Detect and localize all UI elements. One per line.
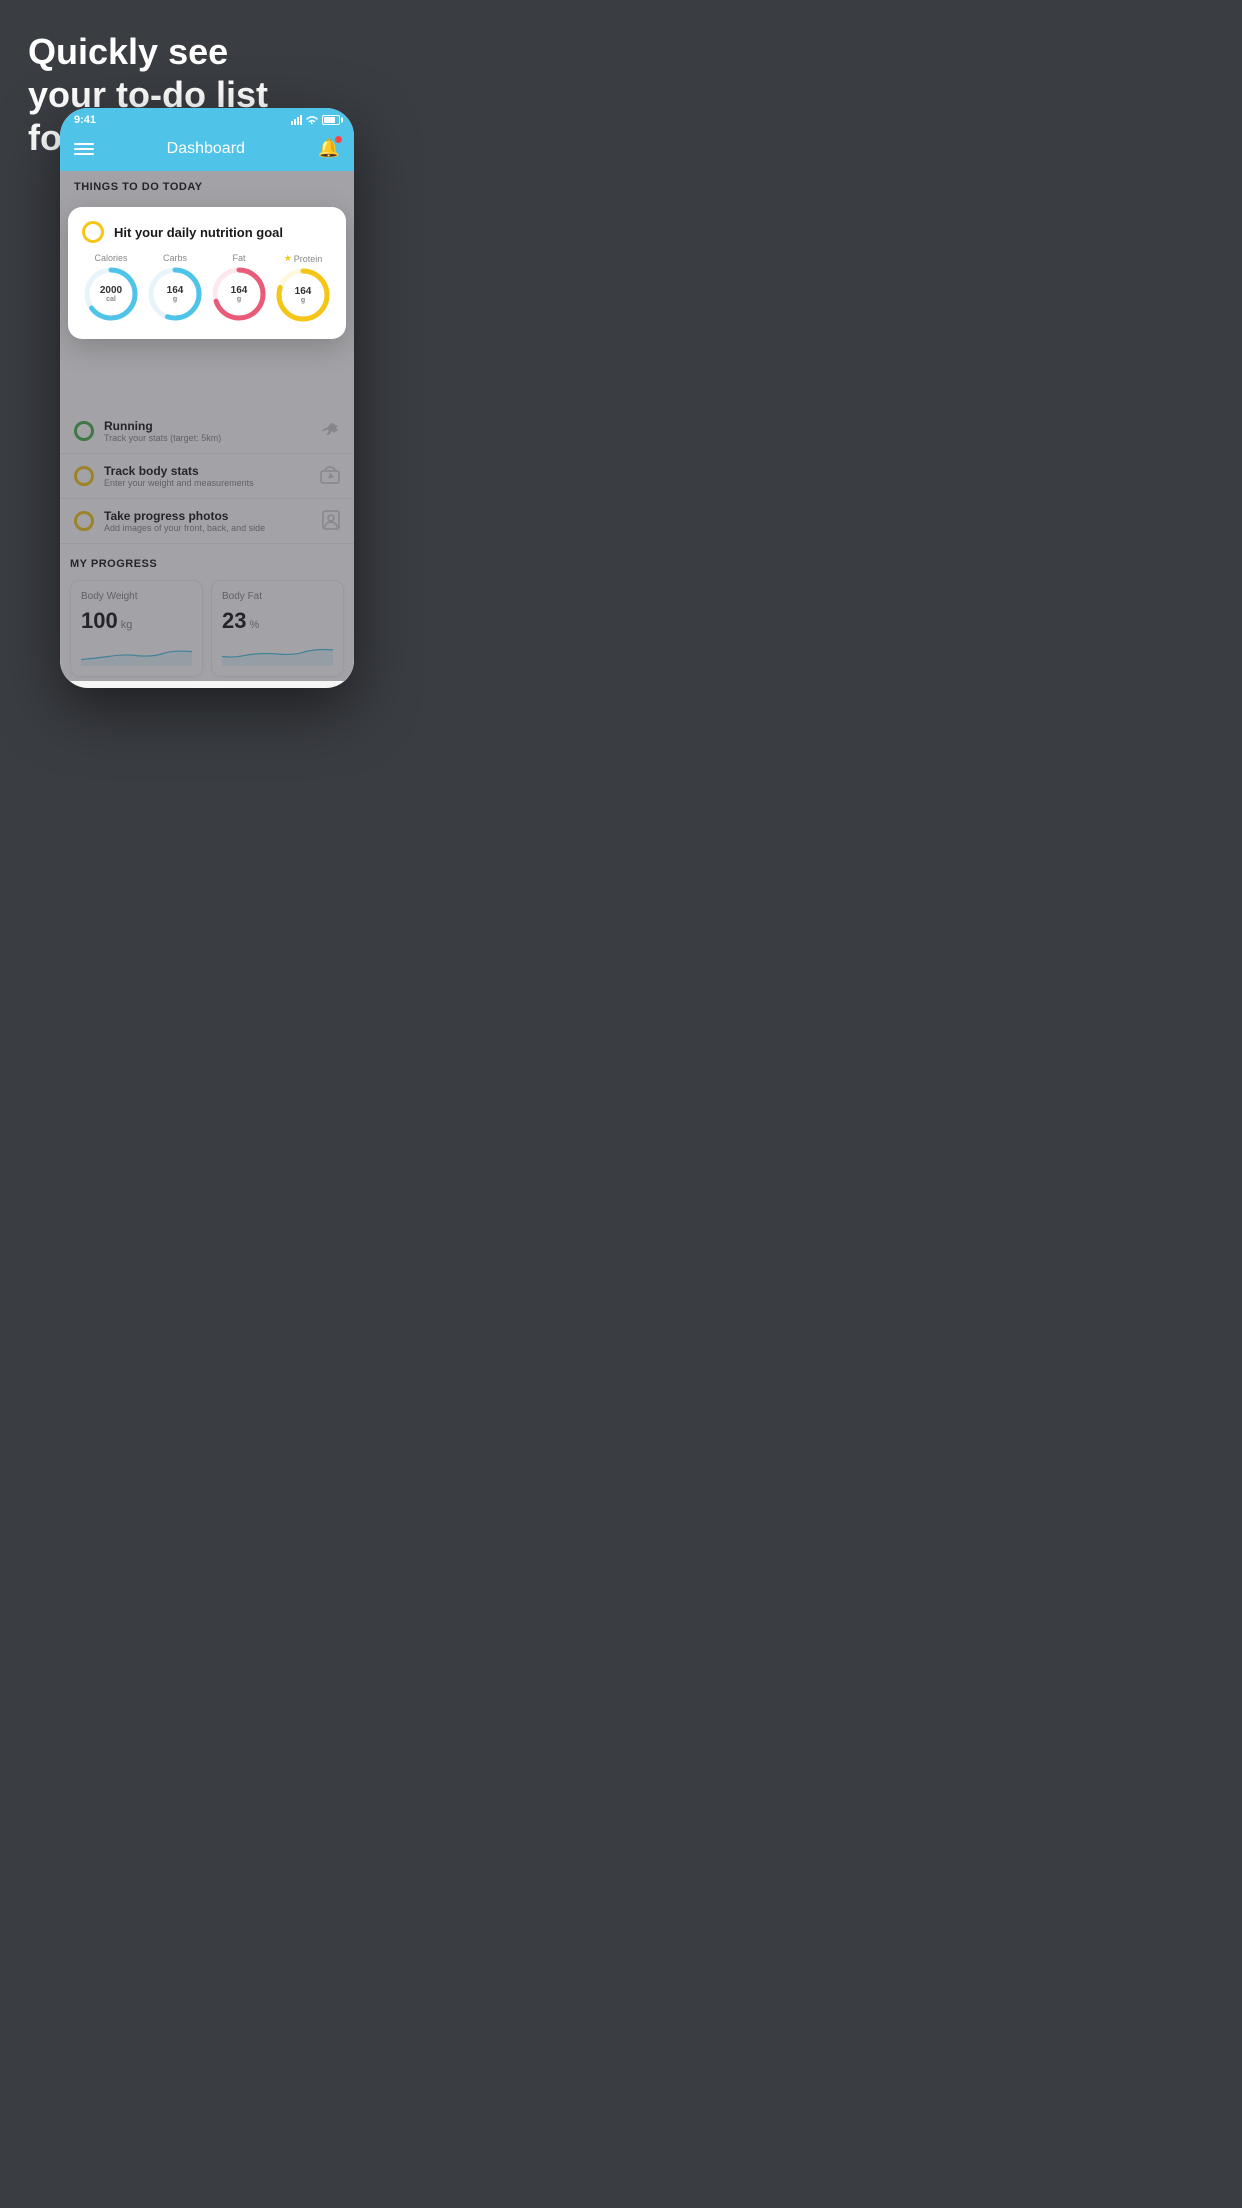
body-weight-chart [81, 642, 192, 666]
nutrition-circles: Calories 2000 cal Carbs [82, 253, 332, 323]
nutrition-carbs: Carbs 164 g [147, 253, 203, 323]
signal-icon [291, 115, 302, 125]
body-fat-card: Body Fat 23 % [211, 580, 344, 677]
body-weight-card: Body Weight 100 kg [70, 580, 203, 677]
todo-circle-running [74, 421, 94, 441]
person-icon [322, 510, 340, 533]
wifi-icon [306, 115, 318, 125]
nutrition-card: Hit your daily nutrition goal Calories 2… [68, 207, 346, 339]
notification-button[interactable]: 🔔 [318, 138, 340, 159]
todo-title-photos: Take progress photos [104, 509, 312, 523]
phone-mockup: 9:41 Dashboard 🔔 [60, 108, 354, 688]
body-fat-value: 23 % [222, 608, 333, 634]
todo-info-photos: Take progress photos Add images of your … [104, 509, 312, 533]
running-icon [320, 422, 340, 441]
progress-cards: Body Weight 100 kg Body Fat [70, 580, 344, 677]
protein-label: ★ Protein [284, 253, 323, 264]
time: 9:41 [74, 114, 96, 126]
todo-body-stats[interactable]: Track body stats Enter your weight and m… [60, 454, 354, 499]
todo-list: Running Track your stats (target: 5km) T… [60, 409, 354, 544]
nutrition-check-circle[interactable] [82, 221, 104, 243]
status-bar: 9:41 [60, 108, 354, 130]
todo-circle-photos [74, 511, 94, 531]
status-icons [291, 115, 340, 125]
calories-label: Calories [94, 253, 127, 263]
todo-title-running: Running [104, 419, 310, 433]
todo-circle-body-stats [74, 466, 94, 486]
my-progress-title: MY PROGRESS [70, 558, 344, 570]
phone-content: THINGS TO DO TODAY Hit your daily nutrit… [60, 171, 354, 681]
star-icon: ★ [284, 253, 292, 264]
carbs-ring: 164 g [147, 266, 203, 322]
body-weight-value: 100 kg [81, 608, 192, 634]
fat-ring: 164 g [211, 266, 267, 322]
calories-ring: 2000 cal [83, 266, 139, 322]
notification-dot [335, 136, 342, 143]
protein-ring: 164 g [275, 267, 331, 323]
todo-title-body-stats: Track body stats [104, 464, 310, 478]
header-title: Dashboard [167, 140, 245, 158]
nutrition-card-header: Hit your daily nutrition goal [82, 221, 332, 243]
todo-sub-photos: Add images of your front, back, and side [104, 523, 312, 533]
todo-sub-body-stats: Enter your weight and measurements [104, 478, 310, 488]
body-fat-chart [222, 642, 333, 666]
nutrition-calories: Calories 2000 cal [83, 253, 139, 323]
nutrition-fat: Fat 164 g [211, 253, 267, 323]
carbs-label: Carbs [163, 253, 187, 263]
scale-icon [320, 466, 340, 487]
nutrition-protein: ★ Protein 164 g [275, 253, 331, 323]
my-progress-section: MY PROGRESS Body Weight 100 kg [60, 544, 354, 681]
todo-sub-running: Track your stats (target: 5km) [104, 433, 310, 443]
todo-running[interactable]: Running Track your stats (target: 5km) [60, 409, 354, 454]
menu-button[interactable] [74, 143, 94, 155]
fat-label: Fat [232, 253, 245, 263]
body-fat-label: Body Fat [222, 591, 333, 602]
app-header: Dashboard 🔔 [60, 130, 354, 171]
body-weight-label: Body Weight [81, 591, 192, 602]
todo-info-running: Running Track your stats (target: 5km) [104, 419, 310, 443]
things-to-do-header: THINGS TO DO TODAY [60, 171, 354, 199]
battery-icon [322, 115, 340, 125]
todo-info-body-stats: Track body stats Enter your weight and m… [104, 464, 310, 488]
nutrition-card-title: Hit your daily nutrition goal [114, 225, 283, 240]
todo-progress-photos[interactable]: Take progress photos Add images of your … [60, 499, 354, 544]
